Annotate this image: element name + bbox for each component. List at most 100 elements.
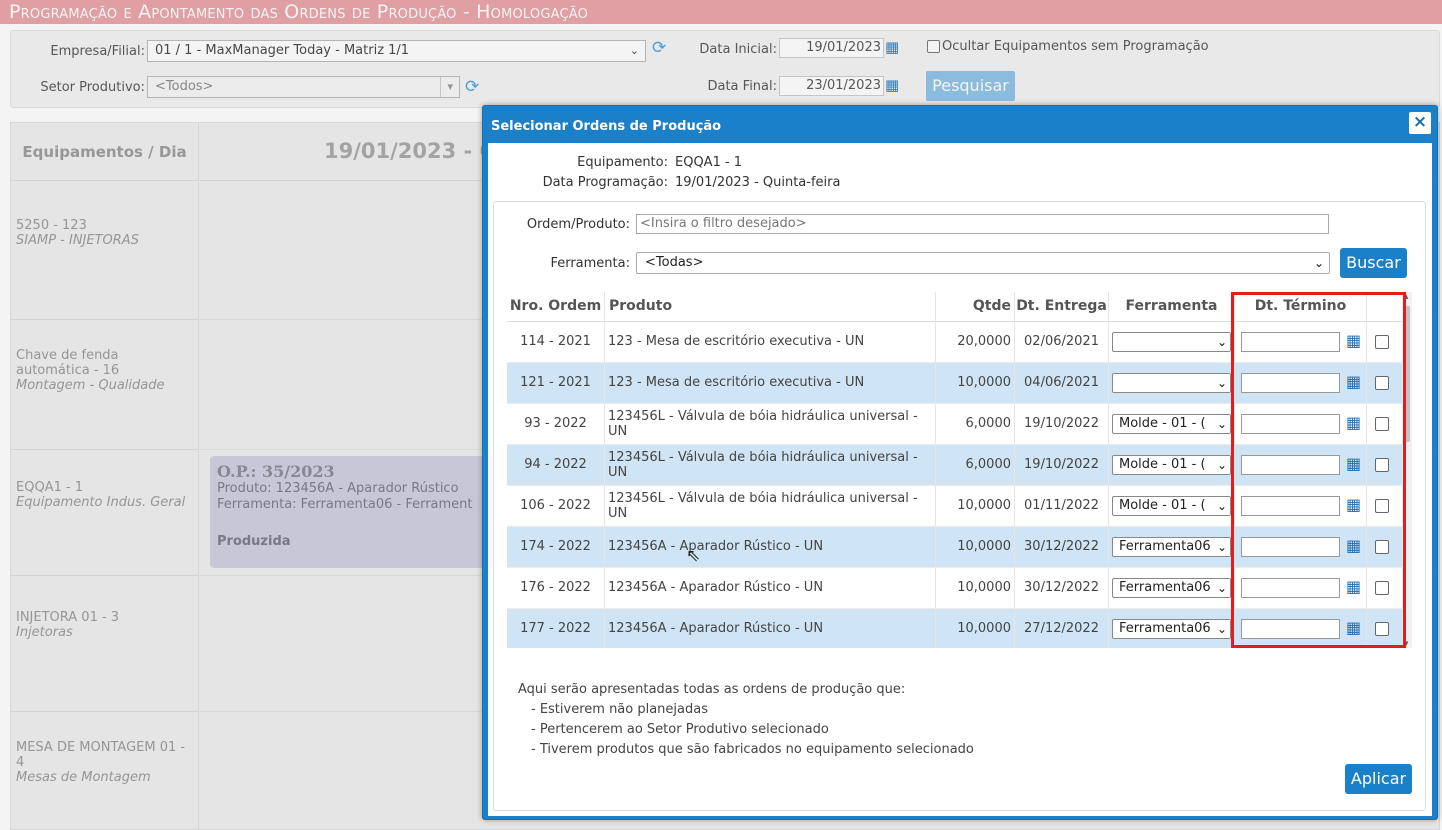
row-checkbox[interactable] xyxy=(1375,458,1389,472)
col-produto: Produto xyxy=(605,292,936,322)
orders-panel: Ordem/Produto: <Insira o filtro desejado… xyxy=(493,201,1426,811)
cell-text: 04/06/2021 xyxy=(1024,375,1099,390)
row-checkbox[interactable] xyxy=(1375,622,1389,636)
scroll-down-icon[interactable]: ▼ xyxy=(1403,640,1408,648)
cell-text: 121 - 2021 xyxy=(520,375,591,390)
calendar-icon[interactable]: ▦ xyxy=(1346,455,1361,473)
dt-termino-input[interactable] xyxy=(1241,578,1340,598)
cell-text: Ferramenta06 xyxy=(1119,621,1211,636)
cell-nro-ordem: 106 - 2022 xyxy=(507,486,605,527)
ferramenta-row-select[interactable]: Molde - 01 - (⌄ xyxy=(1112,496,1231,516)
cell-text: 30/12/2022 xyxy=(1024,580,1099,595)
cell-select xyxy=(1367,527,1402,568)
table-row[interactable]: 93 - 2022 123456L - Válvula de bóia hidrá… xyxy=(507,404,1402,445)
table-row[interactable]: 177 - 2022 123456A - Aparador Rústico - U… xyxy=(507,609,1402,648)
calendar-icon[interactable]: ▦ xyxy=(1346,373,1361,391)
scroll-up-icon[interactable]: ▲ xyxy=(1403,292,1408,300)
dt-termino-input[interactable] xyxy=(1241,496,1340,516)
row-checkbox[interactable] xyxy=(1375,499,1389,513)
cell-text: 114 - 2021 xyxy=(520,334,591,349)
buscar-button[interactable]: Buscar xyxy=(1340,248,1407,278)
help-notes: Aqui serão apresentadas todas as ordens … xyxy=(518,680,974,760)
ferramenta-select[interactable]: <Todas> ⌄ xyxy=(636,252,1330,274)
cell-text: 176 - 2022 xyxy=(520,580,591,595)
row-checkbox[interactable] xyxy=(1375,581,1389,595)
table-row[interactable]: 106 - 2022 123456L - Válvula de bóia hidr… xyxy=(507,486,1402,527)
row-checkbox[interactable] xyxy=(1375,417,1389,431)
chevron-down-icon: ⌄ xyxy=(1214,497,1230,515)
cell-ferramenta: Molde - 01 - ( ⌄ xyxy=(1109,445,1235,486)
cell-select xyxy=(1367,609,1402,648)
cell-text: Ferramenta06 xyxy=(1119,539,1211,554)
cell-text: 123456A - Aparador Rústico - UN xyxy=(608,580,824,595)
cell-select xyxy=(1367,445,1402,486)
ordem-produto-input[interactable]: <Insira o filtro desejado> xyxy=(636,214,1329,234)
cell-text: 10,0000 xyxy=(957,375,1011,390)
ferramenta-label: Ferramenta: xyxy=(550,256,630,271)
cell-text: 123456A - Aparador Rústico - UN xyxy=(608,621,824,636)
scrollbar-thumb[interactable] xyxy=(1404,306,1410,442)
cell-text: 6,0000 xyxy=(965,416,1012,431)
cell-nro-ordem: 121 - 2021 xyxy=(507,363,605,404)
cell-qtde: 10,0000 xyxy=(936,527,1015,568)
cell-qtde: 10,0000 xyxy=(936,363,1015,404)
aplicar-button[interactable]: Aplicar xyxy=(1345,764,1412,794)
ferramenta-row-select[interactable]: ⌄ xyxy=(1112,373,1231,393)
dt-termino-input[interactable] xyxy=(1241,619,1340,639)
cell-dt-entrega: 30/12/2022 xyxy=(1015,527,1109,568)
cell-select xyxy=(1367,363,1402,404)
select-orders-dialog: Selecionar Ordens de Produção × Equipame… xyxy=(482,105,1438,820)
ferramenta-row-select[interactable]: ⌄ xyxy=(1112,332,1231,352)
ferramenta-row-select[interactable]: Ferramenta06 ⌄ xyxy=(1112,537,1231,557)
dt-termino-input[interactable] xyxy=(1241,373,1340,393)
cell-ferramenta: ⌄ xyxy=(1109,322,1235,363)
col-dt-termino: Dt. Término xyxy=(1235,292,1367,322)
calendar-icon[interactable]: ▦ xyxy=(1346,332,1361,350)
row-checkbox[interactable] xyxy=(1375,540,1389,554)
ferramenta-row-select[interactable]: Ferramenta06 ⌄ xyxy=(1112,578,1231,598)
data-programacao-label: Data Programação: xyxy=(542,175,668,190)
dt-termino-input[interactable] xyxy=(1241,455,1340,475)
close-icon[interactable]: × xyxy=(1409,112,1431,134)
dt-termino-input[interactable] xyxy=(1241,537,1340,557)
table-row[interactable]: 174 - 2022 123456A - Aparador Rústico - U… xyxy=(507,527,1402,568)
ferramenta-row-select[interactable]: Ferramenta06 ⌄ xyxy=(1112,619,1231,639)
cell-produto: 123456A - Aparador Rústico - UN xyxy=(605,568,936,609)
calendar-icon[interactable]: ▦ xyxy=(1346,619,1361,637)
cell-text: 10,0000 xyxy=(957,580,1011,595)
chevron-down-icon: ⌄ xyxy=(1214,538,1230,556)
table-row[interactable]: 121 - 2021 123 - Mesa de escritório execu… xyxy=(507,363,1402,404)
equipamento-label: Equipamento: xyxy=(577,155,668,170)
dt-termino-input[interactable] xyxy=(1241,414,1340,434)
ferramenta-row-select[interactable]: Molde - 01 - ( ⌄ xyxy=(1112,455,1231,475)
table-row[interactable]: 176 - 2022 123456A - Aparador Rústico - U… xyxy=(507,568,1402,609)
cell-nro-ordem: 177 - 2022 xyxy=(507,609,605,648)
cell-text: 93 - 2022 xyxy=(524,416,587,431)
cell-text: 30/12/2022 xyxy=(1024,539,1099,554)
cell-dt-termino: ▦ xyxy=(1235,363,1367,404)
ferramenta-row-select[interactable]: Molde - 01 - (⌄ xyxy=(1112,414,1231,434)
dt-termino-input[interactable] xyxy=(1241,332,1340,352)
cell-text: 123 - Mesa de escritório executiva - UN xyxy=(608,375,865,390)
calendar-icon[interactable]: ▦ xyxy=(1346,578,1361,596)
table-row[interactable]: 94 - 2022 123456L - Válvula de bóia hidrá… xyxy=(507,445,1402,486)
cell-text: 123 - Mesa de escritório executiva - UN xyxy=(608,334,865,349)
table-scrollbar[interactable]: ▲ ▼ xyxy=(1402,292,1412,648)
cell-nro-ordem: 94 - 2022 xyxy=(507,445,605,486)
cell-nro-ordem: 176 - 2022 xyxy=(507,568,605,609)
calendar-icon[interactable]: ▦ xyxy=(1346,414,1361,432)
calendar-icon[interactable]: ▦ xyxy=(1346,496,1361,514)
cell-dt-entrega: 19/10/2022 xyxy=(1015,404,1109,445)
cell-select xyxy=(1367,568,1402,609)
chevron-down-icon: ⌄ xyxy=(1214,456,1230,474)
row-checkbox[interactable] xyxy=(1375,335,1389,349)
row-checkbox[interactable] xyxy=(1375,376,1389,390)
cell-text: Molde - 01 - ( xyxy=(1119,457,1206,472)
calendar-icon[interactable]: ▦ xyxy=(1346,537,1361,555)
table-row[interactable]: 114 - 2021 123 - Mesa de escritório execu… xyxy=(507,322,1402,363)
orders-table: Nro. Ordem Produto Qtde Dt. Entrega Ferr… xyxy=(507,292,1412,648)
chevron-down-icon: ⌄ xyxy=(1214,579,1230,597)
cell-qtde: 20,0000 xyxy=(936,322,1015,363)
cell-nro-ordem: 114 - 2021 xyxy=(507,322,605,363)
chevron-down-icon: ⌄ xyxy=(1214,415,1230,433)
